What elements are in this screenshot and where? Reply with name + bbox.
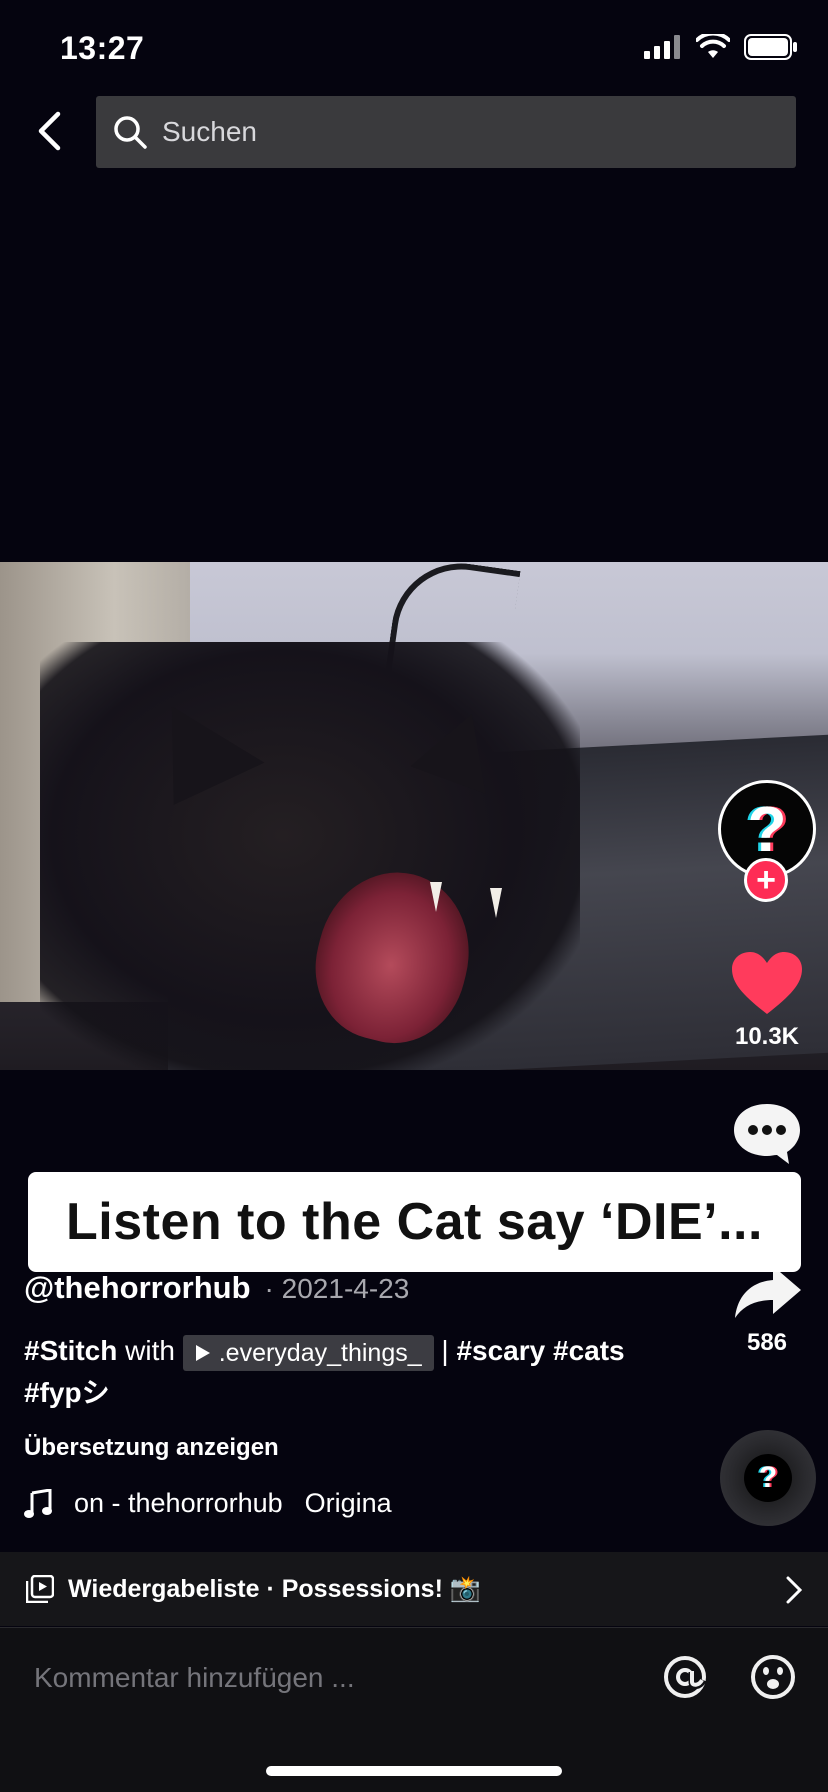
search-icon (114, 116, 147, 149)
hashtag-scary[interactable]: #scary (456, 1335, 545, 1366)
description-separator: | (441, 1335, 449, 1366)
description-with: with (125, 1335, 175, 1366)
search-input[interactable]: Suchen (96, 96, 796, 168)
video-cat-fang (430, 882, 442, 912)
hashtag-stitch[interactable]: #Stitch (24, 1335, 117, 1366)
avatar-symbol: ? (747, 793, 787, 865)
back-button[interactable] (26, 108, 72, 154)
author-line: @thehorrorhub · 2021-4-23 (24, 1270, 704, 1306)
playlist-icon (26, 1575, 54, 1603)
sound-link[interactable]: on - thehorrorhub Origina (24, 1488, 704, 1519)
at-icon[interactable] (660, 1652, 710, 1702)
search-placeholder: Suchen (162, 116, 257, 147)
home-indicator[interactable] (266, 1766, 562, 1776)
comment-input[interactable]: Kommentar hinzufügen ... (34, 1662, 355, 1694)
wifi-icon (696, 34, 730, 58)
status-bar: 13:27 (0, 0, 828, 96)
follow-button[interactable]: + (744, 858, 788, 902)
share-count: 586 (746, 1329, 788, 1356)
chevron-right-icon (786, 1576, 802, 1604)
post-date: · 2021-4-23 (264, 1273, 410, 1304)
sound-disc[interactable]: ? (720, 1430, 816, 1526)
like-count: 10.3K (734, 1023, 800, 1050)
status-time: 13:27 (60, 30, 145, 66)
like-button[interactable]: 10.3K (712, 950, 822, 1051)
video-caption-banner: Listen to the Cat say ‘DIE’... (28, 1172, 801, 1272)
status-icons (644, 34, 798, 60)
video-black-cat (40, 642, 580, 1070)
sound-title: on - thehorrorhub (74, 1488, 283, 1518)
stitch-source-chip[interactable]: .everyday_things_ (182, 1334, 434, 1371)
comment-icon (734, 1104, 800, 1164)
sound-disc-symbol: ? (744, 1454, 792, 1502)
author-name[interactable]: @thehorrorhub (24, 1270, 251, 1306)
music-note-icon (24, 1488, 52, 1518)
emoji-icon[interactable] (748, 1652, 798, 1702)
post-description: #Stitch with .everyday_things_ | #scary … (24, 1330, 704, 1414)
hashtag-fyp[interactable]: #fypシ (24, 1377, 110, 1408)
show-translation-link[interactable]: Übersetzung anzeigen (24, 1434, 704, 1462)
play-icon (195, 1344, 210, 1361)
playlist-label: Wiedergabeliste · Possessions! 📸 (68, 1574, 481, 1603)
video-caption-text: Listen to the Cat say ‘DIE’... (66, 1193, 763, 1251)
top-nav: Suchen (0, 96, 828, 168)
stitch-source-user: .everyday_things_ (218, 1338, 422, 1367)
video-player[interactable] (0, 562, 828, 1070)
video-cat-fang (490, 888, 502, 918)
signal-icon (644, 35, 680, 59)
hashtag-cats[interactable]: #cats (553, 1335, 625, 1366)
share-button[interactable]: 586 (712, 1262, 822, 1357)
sound-title-secondary: Origina (304, 1488, 392, 1518)
playlist-bar[interactable]: Wiedergabeliste · Possessions! 📸 (0, 1552, 828, 1626)
post-meta: @thehorrorhub · 2021-4-23 #Stitch with .… (24, 1270, 704, 1519)
heart-icon (732, 952, 802, 1014)
back-arrow-icon (38, 111, 61, 151)
battery-icon (744, 34, 797, 60)
